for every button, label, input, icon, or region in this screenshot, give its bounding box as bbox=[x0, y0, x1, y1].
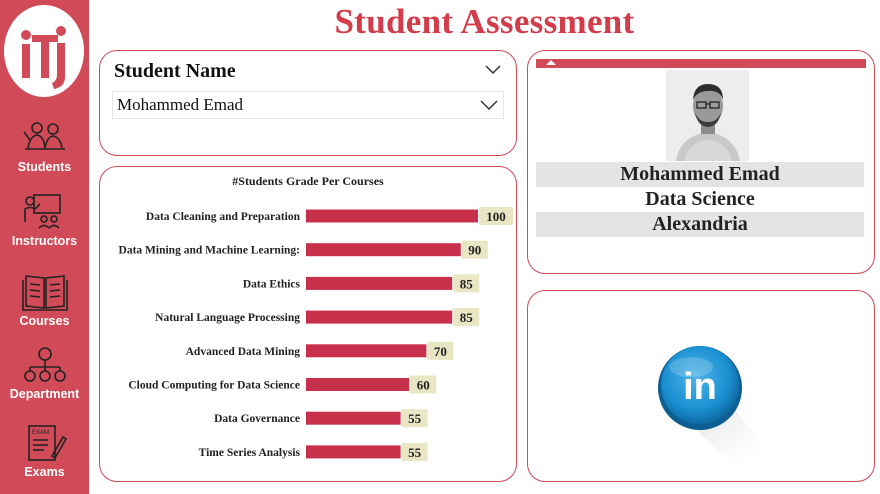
value-label: 60 bbox=[417, 378, 430, 393]
category-label: Advanced Data Mining bbox=[186, 346, 301, 358]
linkedin-card: in bbox=[527, 290, 875, 482]
slicer-title: Student Name bbox=[114, 60, 236, 82]
category-label: Time Series Analysis bbox=[199, 447, 301, 459]
value-label: 55 bbox=[408, 445, 422, 460]
value-label: 85 bbox=[460, 276, 474, 291]
grade-bar[interactable] bbox=[306, 243, 461, 257]
linkedin-icon[interactable]: in bbox=[528, 291, 876, 483]
sidebar: Students Instructors Courses Department … bbox=[0, 0, 89, 494]
profile-name: Mohammed Emad bbox=[536, 162, 864, 187]
students-icon bbox=[22, 122, 65, 150]
nav-courses[interactable]: Courses bbox=[0, 270, 89, 328]
nav-exams[interactable]: EXAM Exams bbox=[0, 423, 89, 479]
grade-bar[interactable] bbox=[306, 209, 478, 223]
value-label: 100 bbox=[486, 209, 506, 224]
open-book-icon bbox=[21, 275, 68, 311]
selected-student: Mohammed Emad bbox=[117, 95, 244, 114]
org-chart-icon bbox=[23, 347, 66, 382]
value-label: 90 bbox=[468, 243, 481, 258]
nav-department[interactable]: Department bbox=[0, 345, 89, 401]
category-label: Data Cleaning and Preparation bbox=[146, 211, 301, 223]
student-photo bbox=[666, 70, 749, 161]
grades-bar-chart: Data Cleaning and Preparation 100 Data Min… bbox=[119, 207, 513, 461]
linkedin-text: in bbox=[683, 366, 717, 408]
nav-instructors-label: Instructors bbox=[11, 234, 78, 248]
category-label: Data Ethics bbox=[243, 278, 301, 290]
grade-bar[interactable] bbox=[306, 310, 453, 324]
exam-paper-icon: EXAM bbox=[27, 425, 67, 461]
nav-department-label: Department bbox=[9, 387, 80, 401]
grade-bar[interactable] bbox=[306, 411, 401, 425]
dropdown-chevron-icon[interactable] bbox=[479, 98, 499, 111]
nav-students[interactable]: Students bbox=[0, 118, 89, 174]
grade-bar[interactable] bbox=[306, 378, 410, 391]
nav-courses-label: Courses bbox=[19, 314, 70, 328]
grade-bar[interactable] bbox=[306, 445, 401, 459]
category-label: Natural Language Processing bbox=[155, 312, 300, 324]
nav-exams-label: Exams bbox=[24, 465, 65, 479]
value-label: 85 bbox=[460, 310, 474, 325]
instructor-board-icon bbox=[23, 194, 61, 229]
iti-logo bbox=[21, 26, 66, 89]
category-label: Cloud Computing for Data Science bbox=[128, 380, 300, 392]
grade-bar[interactable] bbox=[306, 344, 427, 358]
collapse-arrow-icon[interactable] bbox=[546, 60, 556, 65]
grade-bar[interactable] bbox=[306, 276, 453, 290]
value-label: 55 bbox=[408, 411, 422, 426]
category-label: Data Mining and Machine Learning: bbox=[119, 245, 300, 257]
profile-card: Mohammed Emad Data Science Alexandria bbox=[527, 50, 875, 274]
nav-instructors[interactable]: Instructors bbox=[0, 192, 89, 248]
chevron-down-icon[interactable] bbox=[484, 63, 502, 75]
profile-header-bar bbox=[536, 59, 866, 68]
svg-text:EXAM: EXAM bbox=[32, 430, 49, 436]
value-label: 70 bbox=[434, 344, 447, 359]
profile-track: Data Science bbox=[645, 188, 755, 210]
profile-branch: Alexandria bbox=[536, 212, 864, 237]
grades-chart-card: #Students Grade Per Courses Data Cleanin… bbox=[99, 166, 517, 482]
student-name-slicer: Student Name Mohammed Emad bbox=[99, 50, 517, 156]
student-name-dropdown[interactable]: Mohammed Emad bbox=[112, 91, 504, 119]
category-label: Data Governance bbox=[214, 413, 300, 425]
nav-students-label: Students bbox=[17, 160, 72, 174]
page-title: Student Assessment bbox=[334, 2, 635, 41]
